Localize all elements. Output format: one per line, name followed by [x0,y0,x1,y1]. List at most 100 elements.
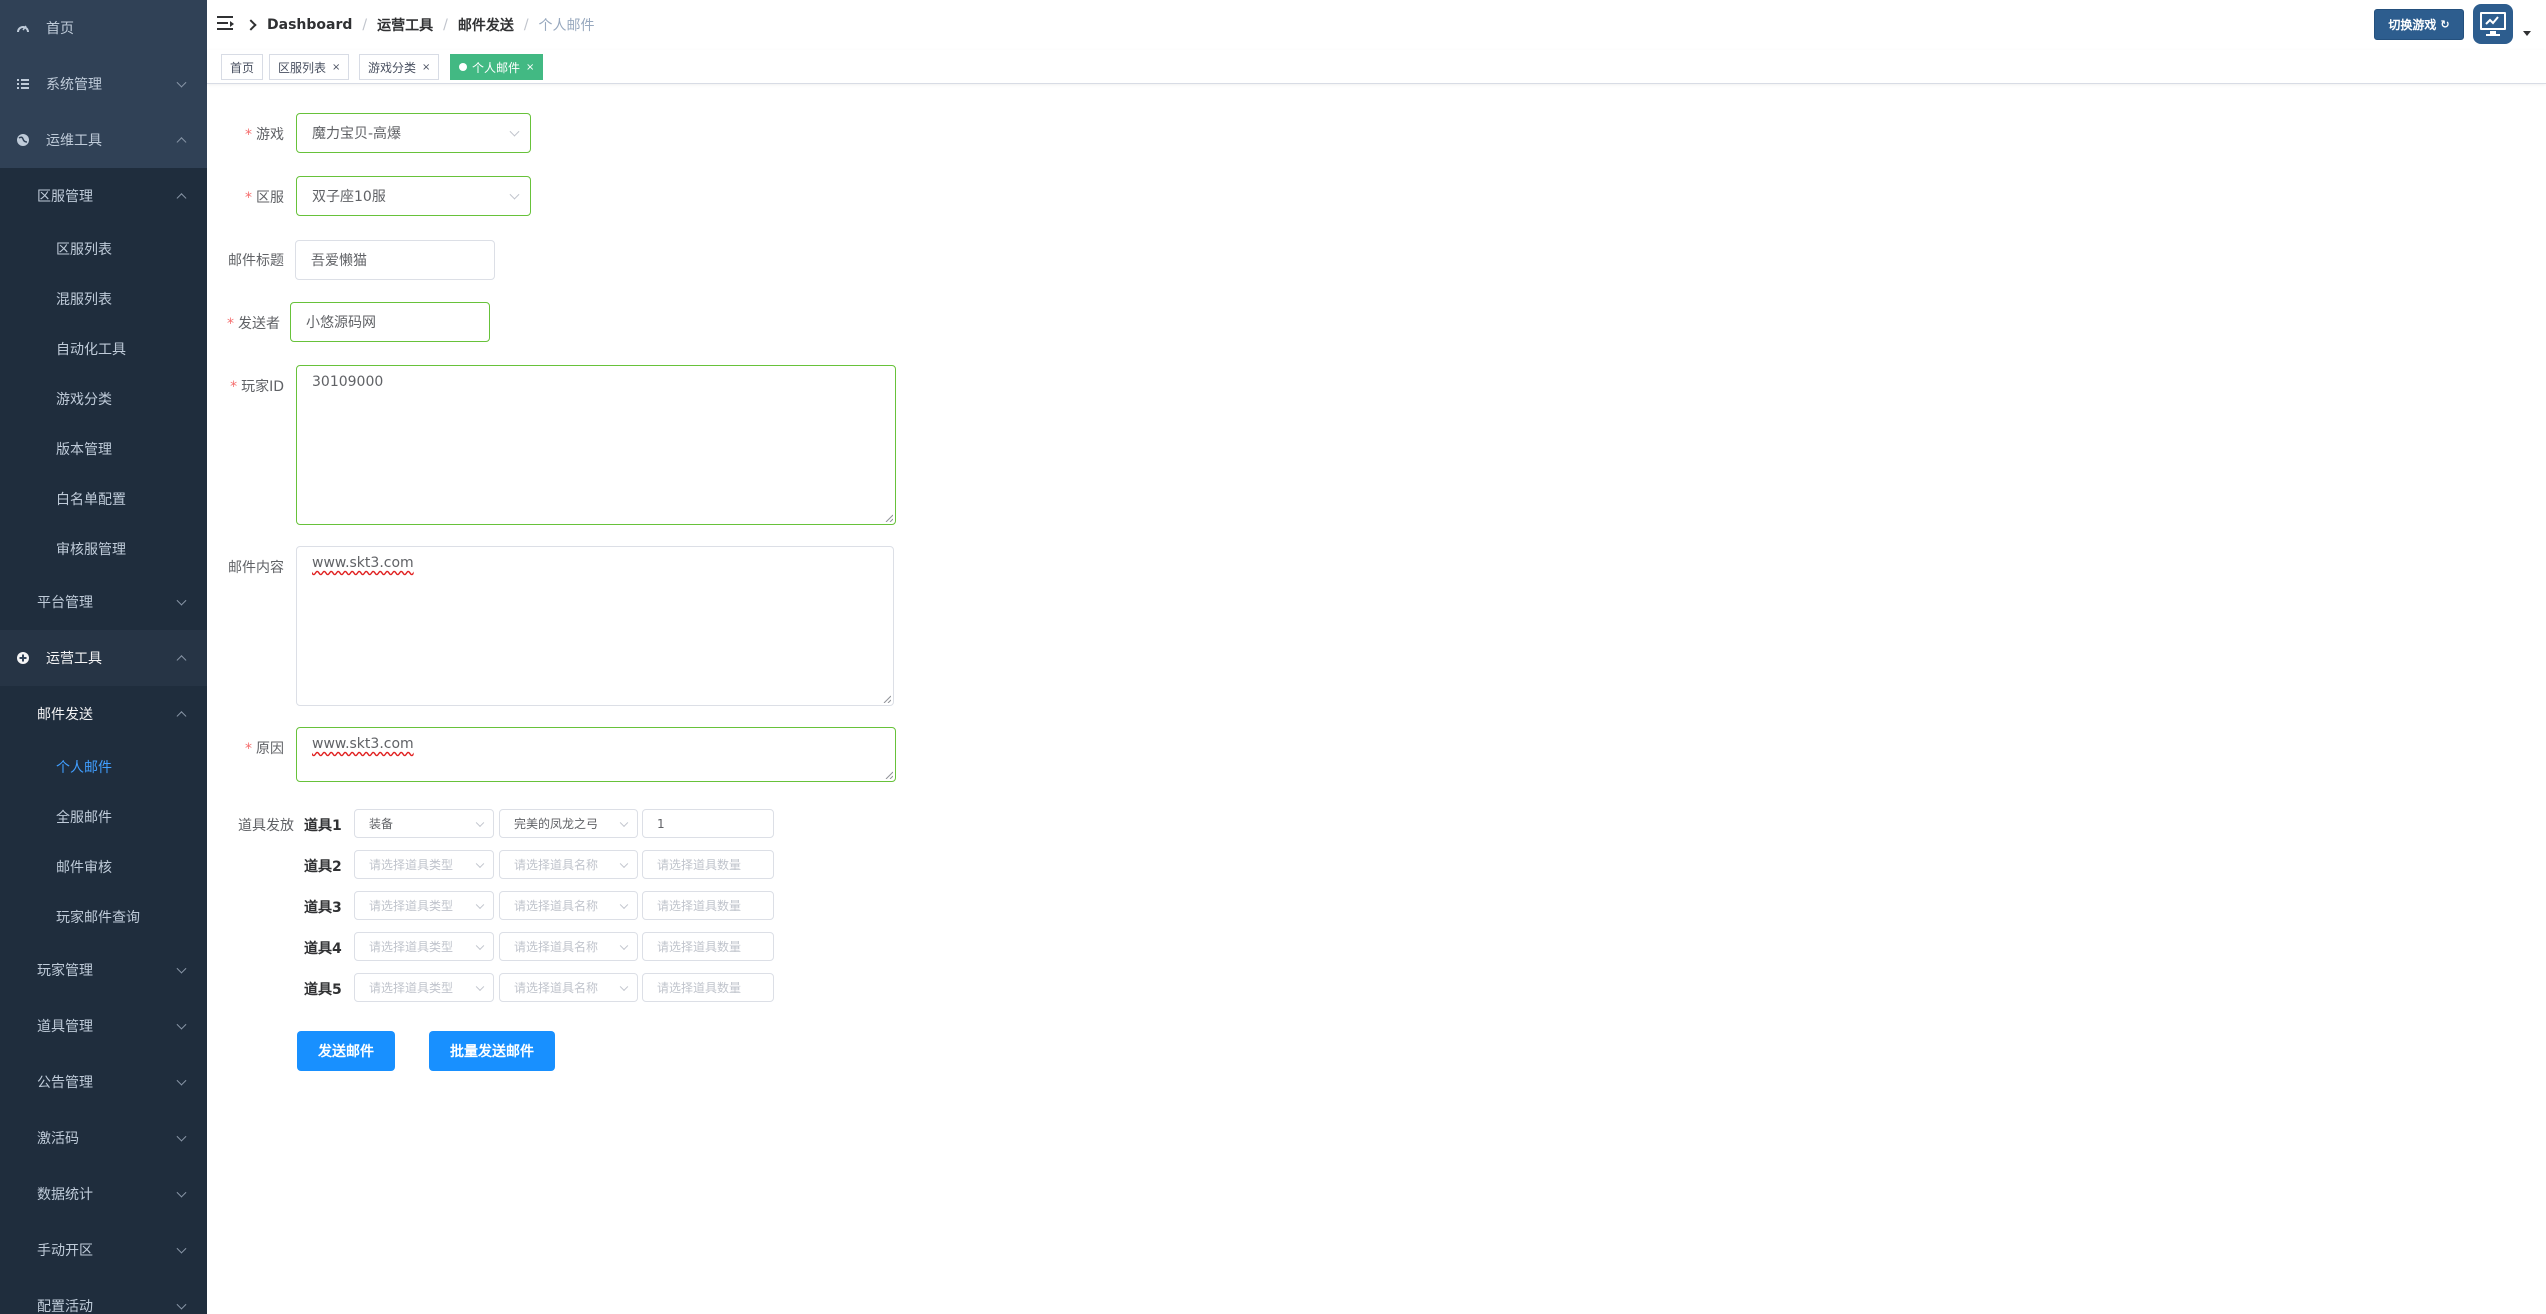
item-1-name-select[interactable]: 完美的凤龙之弓 [499,809,638,838]
tag-personal-mail[interactable]: 个人邮件 × [450,54,544,80]
sidebar-item-player-mail-query[interactable]: 玩家邮件查询 [0,892,207,942]
item-3-type-select[interactable]: 请选择道具类型 [354,891,494,920]
item-1-qty-input[interactable]: 1 [642,809,774,838]
sidebar-item-activation-code[interactable]: 激活码 [0,1110,207,1166]
mail-content-value: www.skt3.com [312,555,414,571]
chevron-down-icon [176,963,187,974]
reason-textarea[interactable]: www.skt3.com [296,727,896,782]
sidebar-item-config-activity[interactable]: 配置活动 [0,1278,207,1314]
item-2-name-select[interactable]: 请选择道具名称 [499,850,638,879]
sidebar-item-manual-open[interactable]: 手动开区 [0,1222,207,1278]
close-icon[interactable]: × [332,62,340,73]
sidebar-item-ops[interactable]: 运维工具 [0,112,207,168]
send-mail-button[interactable]: 发送邮件 [297,1031,395,1071]
item-2-qty-input[interactable]: 请选择道具数量 [642,850,774,879]
sidebar-item-platform[interactable]: 平台管理 [0,574,207,630]
sidebar-item-label: 邮件审核 [56,860,112,876]
server-select[interactable]: 双子座10服 [296,176,531,216]
sidebar-item-game-category[interactable]: 游戏分类 [0,374,207,424]
reason-label: * 原因 [245,741,284,757]
sidebar-item-system[interactable]: 系统管理 [0,56,207,112]
item-4-label: 道具4 [304,941,342,957]
sidebar-item-mixed-server-list[interactable]: 混服列表 [0,274,207,324]
sidebar-item-version[interactable]: 版本管理 [0,424,207,474]
breadcrumb-dashboard[interactable]: Dashboard [267,17,352,33]
sidebar-item-server-mgmt[interactable]: 区服管理 [0,168,207,224]
close-icon[interactable]: × [422,62,430,73]
item-4-name-select[interactable]: 请选择道具名称 [499,932,638,961]
chevron-right-icon [245,19,257,31]
sidebar-item-mail-send[interactable]: 邮件发送 [0,686,207,742]
chevron-down-icon [509,126,520,137]
avatar[interactable] [2473,4,2513,44]
globe-icon [16,133,30,147]
sidebar-item-automation[interactable]: 自动化工具 [0,324,207,374]
sender-input[interactable]: 小悠源码网 [290,302,490,342]
sidebar-item-label: 自动化工具 [56,342,126,358]
tag-server-list[interactable]: 区服列表 × [269,54,350,80]
sidebar-item-statistics[interactable]: 数据统计 [0,1166,207,1222]
caret-down-icon[interactable] [2523,31,2531,36]
item-4-qty-input[interactable]: 请选择道具数量 [642,932,774,961]
resize-handle-icon[interactable] [885,771,893,779]
server-label: * 区服 [245,190,284,206]
breadcrumb-current: 个人邮件 [538,18,595,34]
chevron-down-icon [176,1131,187,1142]
sidebar-item-player-mgmt[interactable]: 玩家管理 [0,942,207,998]
sidebar-item-label: 手动开区 [37,1243,93,1259]
sidebar-item-label: 首页 [46,21,74,37]
tag-label: 首页 [230,60,255,75]
sidebar-item-server-list[interactable]: 区服列表 [0,224,207,274]
item-2-label: 道具2 [304,859,342,875]
chevron-down-icon [176,1299,187,1310]
sidebar-item-item-mgmt[interactable]: 道具管理 [0,998,207,1054]
player-id-value: 30109000 [312,374,384,390]
sidebar-item-whitelist[interactable]: 白名单配置 [0,474,207,524]
item-4-type-select[interactable]: 请选择道具类型 [354,932,494,961]
chevron-down-icon [176,595,187,606]
sidebar-item-label: 个人邮件 [56,760,112,776]
sidebar-item-review-server[interactable]: 审核服管理 [0,524,207,574]
sidebar-item-label: 白名单配置 [56,492,126,508]
chevron-down-icon [619,900,629,909]
item-3-qty-input[interactable]: 请选择道具数量 [642,891,774,920]
item-5-type-select[interactable]: 请选择道具类型 [354,973,494,1002]
chevron-down-icon [176,1019,187,1030]
game-select[interactable]: 魔力宝贝-高爆 [296,113,531,153]
sidebar-item-label: 运营工具 [46,651,102,667]
tag-home[interactable]: 首页 [221,54,264,80]
mail-title-value: 吾爱懒猫 [311,253,367,269]
sidebar-item-label: 玩家管理 [37,963,93,979]
sender-label: * 发送者 [227,316,280,332]
player-id-label: * 玩家ID [230,379,284,395]
chevron-down-icon [475,818,485,827]
sidebar-item-home[interactable]: 首页 [0,0,207,56]
resize-handle-icon[interactable] [885,514,893,522]
close-icon[interactable]: × [526,62,534,73]
mail-title-input[interactable]: 吾爱懒猫 [295,240,495,280]
active-dot-icon [459,63,467,71]
item-3-name-select[interactable]: 请选择道具名称 [499,891,638,920]
sidebar-item-label: 区服列表 [56,242,112,258]
item-5-label: 道具5 [304,982,342,998]
switch-game-button[interactable]: 切换游戏 ↻ [2374,9,2464,40]
item-5-qty-input[interactable]: 请选择道具数量 [642,973,774,1002]
sidebar-item-label: 激活码 [37,1131,79,1147]
hamburger-icon[interactable] [217,15,235,33]
item-2-type-select[interactable]: 请选择道具类型 [354,850,494,879]
sidebar-item-notice-mgmt[interactable]: 公告管理 [0,1054,207,1110]
sidebar-item-personal-mail[interactable]: 个人邮件 [0,742,207,792]
sidebar-item-operation[interactable]: 运营工具 [0,630,207,686]
chevron-down-icon [475,941,485,950]
tag-game-category[interactable]: 游戏分类 × [359,54,440,80]
mail-content-textarea[interactable]: www.skt3.com [296,546,894,706]
player-id-textarea[interactable]: 30109000 [296,365,896,525]
item-3-label: 道具3 [304,900,342,916]
sidebar-item-mail-review[interactable]: 邮件审核 [0,842,207,892]
sidebar-item-global-mail[interactable]: 全服邮件 [0,792,207,842]
item-5-name-select[interactable]: 请选择道具名称 [499,973,638,1002]
batch-send-mail-button[interactable]: 批量发送邮件 [429,1031,555,1071]
resize-handle-icon[interactable] [883,695,891,703]
item-1-type-select[interactable]: 装备 [354,809,494,838]
chevron-down-icon [475,859,485,868]
